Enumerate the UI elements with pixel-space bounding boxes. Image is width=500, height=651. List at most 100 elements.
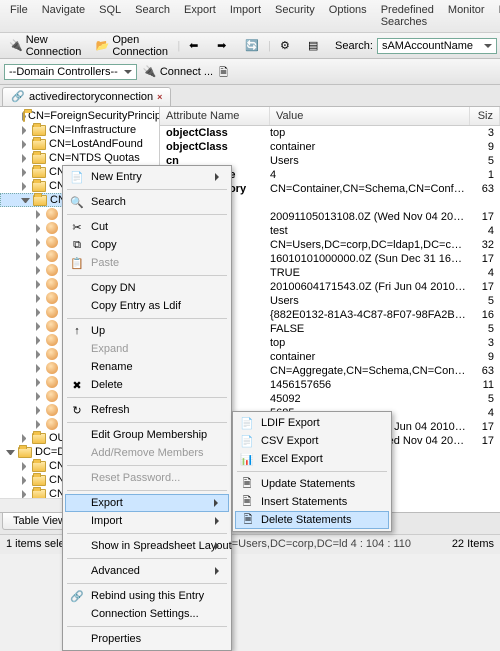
menu-item-copy-entry-as-ldif[interactable]: Copy Entry as Ldif [65,297,229,315]
menu-monitor[interactable]: Monitor [442,2,491,30]
nav-fwd-button[interactable]: ➡ [212,37,236,55]
expand-icon[interactable] [20,154,29,163]
cell-value: CN=Users,DC=corp,DC=ldap1,DC=com [270,239,470,251]
menu-item-up[interactable]: ↑Up [65,322,229,340]
cell-name: objectClass [160,127,270,139]
menu-item-label: Update Statements [261,478,355,490]
cell-size: 3 [470,337,500,349]
menu-import[interactable]: Import [224,2,267,30]
cell-size: 17 [470,253,500,265]
menu-item-ldif-export[interactable]: 📄LDIF Export [235,414,389,432]
menu-item-label: Copy Entry as Ldif [91,300,181,312]
collapse-icon[interactable] [21,196,30,205]
expand-icon[interactable] [20,140,29,149]
expand-icon[interactable] [34,364,43,373]
expand-icon[interactable] [34,322,43,331]
tree-node[interactable]: CN=Infrastructure [0,123,159,137]
tree-node[interactable]: CN=NTDS Quotas [0,151,159,165]
expand-icon[interactable] [20,434,29,443]
menu-item-copy-dn[interactable]: Copy DN [65,279,229,297]
menu-item-advanced[interactable]: Advanced [65,562,229,580]
menu-item-update-statements[interactable]: 🗎Update Statements [235,475,389,493]
menu-export[interactable]: Export [178,2,222,30]
tab-connection[interactable]: 🔗 activedirectoryconnection × [2,87,171,106]
toolbar2-extra[interactable]: 🗎 [219,64,233,79]
toolbar-extra-1[interactable]: ⚙ [275,37,299,55]
toolbar-extra-2[interactable]: ▤ [303,37,327,55]
new-connection-button[interactable]: 🔌 New Connection [4,32,87,60]
tree-node[interactable]: CN=LostAndFound [0,137,159,151]
menu-sql[interactable]: SQL [93,2,127,30]
expand-icon[interactable] [34,238,43,247]
col-attribute-name[interactable]: Attribute Name [160,107,270,125]
secondary-toolbar: --Domain Controllers-- 🔌 Connect ... 🗎 [0,59,500,85]
menu-item-delete-statements[interactable]: 🗎Delete Statements [235,511,389,529]
menu-item-label: Import [91,515,122,527]
menu-item-rebind-using-this-entry[interactable]: 🔗Rebind using this Entry [65,587,229,605]
menu-item-export[interactable]: Export [65,494,229,512]
menu-item-search[interactable]: 🔍Search [65,193,229,211]
col-size[interactable]: Siz [470,107,500,125]
table-row[interactable]: objectClasstop3 [160,126,500,140]
expand-icon[interactable] [34,280,43,289]
menu-search[interactable]: Search [129,2,176,30]
menu-item-delete[interactable]: ✖Delete [65,376,229,394]
submenu-arrow-icon [215,173,223,181]
open-connection-button[interactable]: 📂 Open Connection [91,32,174,60]
menu-item-refresh[interactable]: ↻Refresh [65,401,229,419]
expand-icon[interactable] [34,210,43,219]
col-value[interactable]: Value [270,107,470,125]
expand-icon[interactable] [20,462,29,471]
expand-icon[interactable] [34,224,43,233]
expand-icon[interactable] [20,126,29,135]
menu-options[interactable]: Options [323,2,373,30]
menu-item-properties[interactable]: Properties [65,630,229,648]
menu-item-new-entry[interactable]: 📄New Entry [65,168,229,186]
expand-icon[interactable] [34,350,43,359]
tree-node-label: CN=LostAndFound [49,138,143,150]
search-attribute-combo[interactable]: sAMAccountName [377,38,497,54]
expand-icon[interactable] [34,392,43,401]
menu-navigate[interactable]: Navigate [36,2,91,30]
menu-separator [67,275,227,276]
expand-icon[interactable] [34,308,43,317]
submenu-arrow-icon [214,499,222,507]
cell-value: Users [270,295,470,307]
expand-icon[interactable] [34,294,43,303]
menu-item-cut[interactable]: ✂Cut [65,218,229,236]
close-tab-icon[interactable]: × [157,92,162,102]
menu-item-rename[interactable]: Rename [65,358,229,376]
menu-file[interactable]: File [4,2,34,30]
menu-item-import[interactable]: Import [65,512,229,530]
expand-icon[interactable] [20,182,29,191]
menu-reports[interactable]: Reports [493,2,500,30]
tree-node[interactable]: CN=ForeignSecurityPrincip [0,109,159,123]
table-header[interactable]: Attribute Name Value Siz [160,107,500,126]
expand-icon[interactable] [34,420,43,429]
menu-item-edit-group-membership[interactable]: Edit Group Membership [65,426,229,444]
menu-item-insert-statements[interactable]: 🗎Insert Statements [235,493,389,511]
refresh-button[interactable]: 🔄 [240,37,264,55]
collapse-icon[interactable] [6,448,15,457]
nav-back-button[interactable]: ⬅ [184,37,208,55]
expand-icon[interactable] [34,378,43,387]
domain-controllers-combo[interactable]: --Domain Controllers-- [4,64,137,80]
table-row[interactable]: objectClasscontainer9 [160,140,500,154]
expand-icon[interactable] [34,252,43,261]
expand-icon[interactable] [20,476,29,485]
expand-icon[interactable] [34,406,43,415]
menu-item-show-in-spreadsheet-layout[interactable]: Show in Spreadsheet Layout [65,537,229,555]
tree-context-menu[interactable]: 📄New Entry🔍Search✂Cut⧉Copy📋PasteCopy DNC… [62,165,232,651]
menu-item-excel-export[interactable]: 📊Excel Export [235,450,389,468]
connect-button[interactable]: 🔌 Connect ... [143,65,213,79]
menu-item-csv-export[interactable]: 📄CSV Export [235,432,389,450]
export-submenu[interactable]: 📄LDIF Export📄CSV Export📊Excel Export 🗎Upd… [232,411,392,532]
cell-size: 17 [470,421,500,433]
expand-icon[interactable] [34,336,43,345]
menu-item-connection-settings[interactable]: Connection Settings... [65,605,229,623]
menu-predefined-searches[interactable]: Predefined Searches [375,2,440,30]
menu-item-copy[interactable]: ⧉Copy [65,236,229,254]
expand-icon[interactable] [34,266,43,275]
menu-security[interactable]: Security [269,2,321,30]
expand-icon[interactable] [20,168,29,177]
